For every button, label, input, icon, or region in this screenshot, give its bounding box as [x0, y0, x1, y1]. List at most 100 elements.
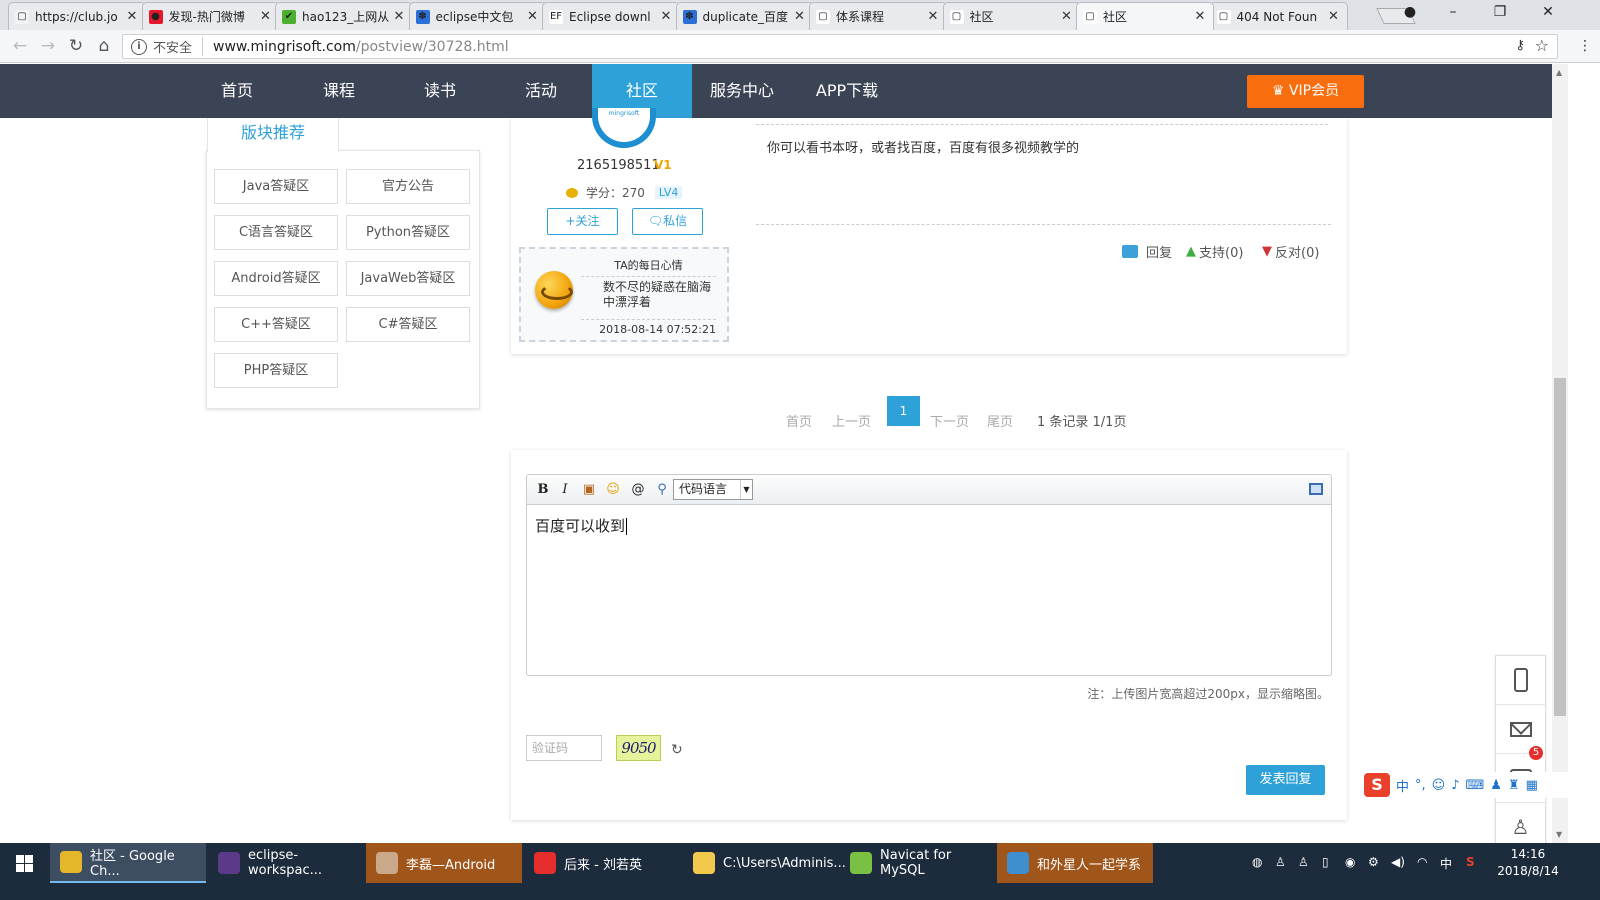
refresh-captcha-icon[interactable]: ↻: [671, 742, 683, 758]
bookmark-star-icon[interactable]: ☆: [1535, 36, 1549, 55]
back-icon[interactable]: ←: [10, 36, 30, 56]
tab-close-icon[interactable]: ✕: [1327, 9, 1341, 24]
settings-tray-icon[interactable]: ⚙: [1368, 855, 1379, 869]
ime-toolbar[interactable]: S 中 °, ☺ ♪ ⌨ ♟ ♜ ▦: [1364, 772, 1568, 798]
page-first[interactable]: 首页: [786, 411, 812, 430]
password-key-icon[interactable]: ⚷: [1515, 38, 1525, 53]
browser-menu-icon[interactable]: ⋮: [1578, 38, 1592, 54]
qq-tray-icon-2[interactable]: ♙: [1298, 855, 1309, 869]
tab-close-icon[interactable]: ✕: [1060, 9, 1074, 24]
site-info-icon[interactable]: i: [131, 38, 147, 55]
nav-item[interactable]: 活动: [491, 64, 591, 118]
vip-button[interactable]: ♛ VIP会员: [1247, 75, 1364, 108]
punctuation-icon[interactable]: °,: [1415, 778, 1426, 793]
tab-close-icon[interactable]: ✕: [392, 9, 406, 24]
code-language-select[interactable]: 代码语言 ▼: [673, 479, 753, 500]
keyboard-icon[interactable]: ⌨: [1466, 778, 1485, 793]
system-clock[interactable]: 14:16 2018/8/14: [1492, 846, 1564, 880]
grid-icon[interactable]: ▦: [1526, 778, 1538, 793]
browser-tab[interactable]: EF Eclipse downl ✕: [542, 2, 680, 30]
tab-close-icon[interactable]: ✕: [526, 9, 540, 24]
follow-button[interactable]: +关注: [547, 208, 618, 235]
sogou-tray-icon[interactable]: S: [1466, 855, 1475, 869]
tab-close-icon[interactable]: ✕: [926, 9, 940, 24]
user-icon[interactable]: ♟: [1490, 778, 1502, 793]
tab-close-icon[interactable]: ✕: [1193, 9, 1207, 24]
username[interactable]: 2165198511: [577, 158, 660, 173]
skin-icon[interactable]: ♜: [1508, 778, 1520, 793]
board-item[interactable]: PHP答疑区: [214, 353, 338, 388]
board-item[interactable]: Java答疑区: [214, 169, 338, 204]
tab-close-icon[interactable]: ✕: [793, 9, 807, 24]
tab-close-icon[interactable]: ✕: [125, 9, 139, 24]
board-item[interactable]: 官方公告: [346, 169, 470, 204]
nav-item[interactable]: 首页: [187, 64, 287, 118]
emoji-icon[interactable]: ☺: [604, 481, 622, 499]
taskbar-item[interactable]: 社区 - Google Ch...: [50, 843, 206, 883]
board-item[interactable]: C#答疑区: [346, 307, 470, 342]
page-scrollbar[interactable]: ▲ ▼: [1552, 64, 1568, 843]
scroll-down-icon[interactable]: ▼: [1556, 830, 1562, 839]
browser-tab[interactable]: ▢ 社区 ✕: [1076, 2, 1214, 30]
page-next[interactable]: 下一页: [930, 411, 969, 430]
nav-item[interactable]: 课程: [289, 64, 389, 118]
taskbar-item[interactable]: 后来 - 刘若英: [524, 843, 680, 883]
microphone-icon[interactable]: ♪: [1451, 778, 1459, 793]
input-method-indicator[interactable]: 中: [1440, 855, 1452, 872]
tab-close-icon[interactable]: ✕: [659, 9, 673, 24]
submit-reply-button[interactable]: 发表回复: [1246, 765, 1325, 795]
bold-icon[interactable]: B: [534, 481, 552, 499]
oppose-link[interactable]: ▼ 反对(0): [1262, 242, 1319, 261]
volume-icon[interactable]: ◀): [1391, 855, 1405, 869]
usb-icon[interactable]: ▯: [1322, 855, 1329, 869]
home-icon[interactable]: ⌂: [94, 36, 114, 56]
profile-icon[interactable]: ●: [1400, 4, 1420, 20]
browser-tab[interactable]: ✔ hao123_上网从 ✕: [275, 2, 413, 30]
music-tray-icon[interactable]: ◉: [1345, 855, 1355, 869]
board-item[interactable]: Python答疑区: [346, 215, 470, 250]
start-button[interactable]: [0, 843, 48, 883]
forward-icon[interactable]: →: [38, 36, 58, 56]
board-item[interactable]: C语言答疑区: [214, 215, 338, 250]
private-message-button[interactable]: 🗨私信: [632, 208, 703, 235]
browser-tab[interactable]: ▢ 社区 ✕: [942, 2, 1081, 30]
scroll-thumb[interactable]: [1554, 378, 1566, 716]
reply-link[interactable]: 回复: [1122, 242, 1172, 261]
board-item[interactable]: C++答疑区: [214, 307, 338, 342]
italic-icon[interactable]: I: [556, 481, 574, 499]
editor-content[interactable]: 百度可以收到: [535, 515, 628, 536]
page-prev[interactable]: 上一页: [832, 411, 871, 430]
browser-tab[interactable]: ▢ 404 Not Foun ✕: [1209, 2, 1348, 30]
page-current[interactable]: 1: [887, 396, 920, 426]
browser-tab[interactable]: ✽ eclipse中文包 ✕: [408, 2, 547, 30]
board-item[interactable]: JavaWeb答疑区: [346, 261, 470, 296]
nav-item[interactable]: 读书: [390, 64, 490, 118]
nav-item[interactable]: 服务中心: [692, 64, 792, 118]
browser-tab[interactable]: ▢ 体系课程 ✕: [809, 2, 947, 30]
taskbar-item[interactable]: 李磊—Android: [366, 843, 522, 883]
taskbar-item[interactable]: Navicat for MySQL: [840, 843, 996, 883]
reload-icon[interactable]: ↻: [66, 36, 86, 56]
fullscreen-icon[interactable]: [1309, 483, 1323, 495]
close-window-icon[interactable]: ✕: [1538, 4, 1558, 20]
taskbar-item[interactable]: 和外星人一起学系: [997, 843, 1153, 883]
tab-close-icon[interactable]: ✕: [259, 9, 273, 24]
network-globe-icon[interactable]: ◍: [1252, 855, 1262, 869]
taskbar-item[interactable]: C:\Users\Adminis...: [683, 843, 846, 883]
mobile-app-button[interactable]: [1496, 656, 1545, 705]
image-icon[interactable]: ▣: [580, 481, 598, 499]
qq-tray-icon[interactable]: ♙: [1275, 855, 1286, 869]
browser-tab[interactable]: ● 发现-热门微博 ✕: [141, 2, 280, 30]
taskbar-item[interactable]: eclipse-workspac...: [208, 843, 364, 883]
captcha-input[interactable]: 验证码: [526, 735, 602, 761]
browser-tab[interactable]: ✽ duplicate_百度 ✕: [675, 2, 814, 30]
nav-item[interactable]: APP下载: [797, 64, 897, 118]
minimize-icon[interactable]: –: [1443, 4, 1463, 20]
restore-icon[interactable]: ❐: [1490, 4, 1510, 20]
wifi-icon[interactable]: ◠: [1417, 855, 1427, 869]
emoji-icon[interactable]: ☺: [1432, 778, 1446, 793]
browser-tab[interactable]: ▢ https://club.jo ✕: [8, 2, 146, 30]
scroll-up-icon[interactable]: ▲: [1556, 68, 1562, 77]
avatar[interactable]: mingrisoft: [592, 108, 656, 148]
attachment-icon[interactable]: ⚲: [653, 481, 671, 499]
